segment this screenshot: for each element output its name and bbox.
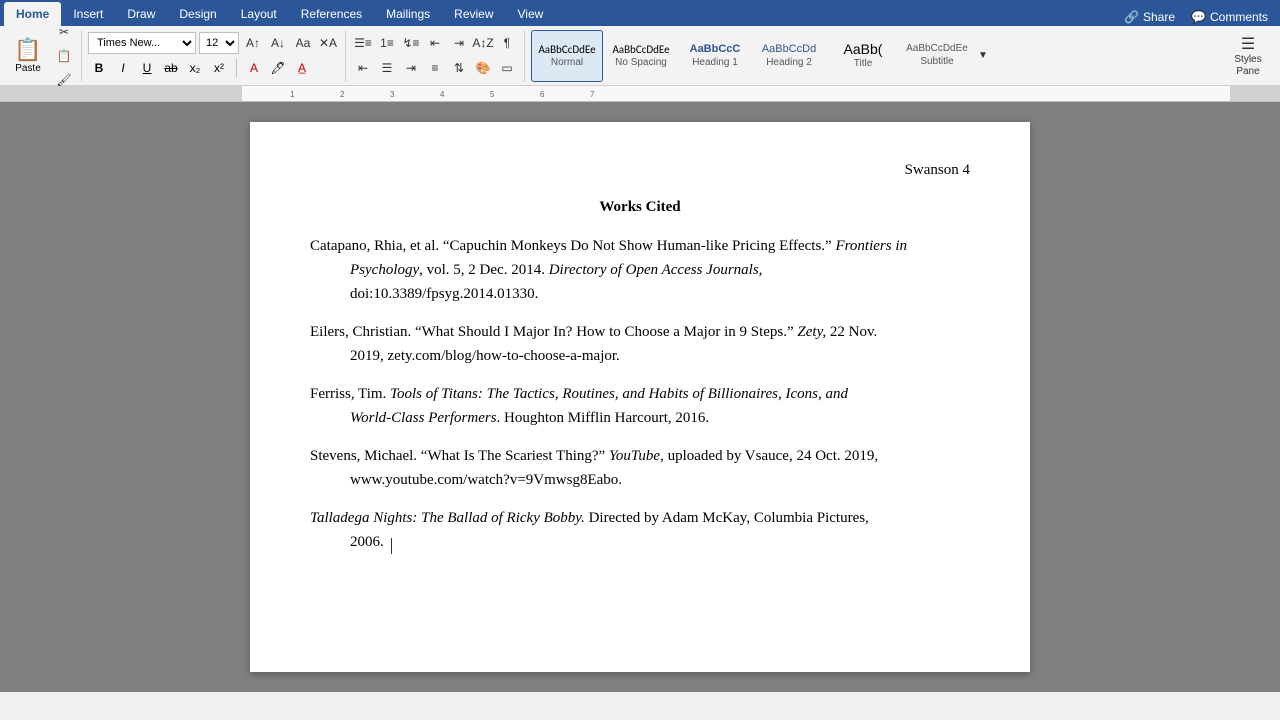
document-area[interactable]: Swanson 4 Works Cited Catapano, Rhia, et… xyxy=(0,102,1280,692)
ruler: 1 2 3 4 5 6 7 xyxy=(0,86,1280,102)
show-marks-button[interactable]: ¶ xyxy=(496,32,518,54)
justify-button[interactable]: ≡ xyxy=(424,57,446,79)
ribbon-tabs: Home Insert Draw Design Layout Reference… xyxy=(0,0,1280,26)
svg-text:4: 4 xyxy=(440,90,445,99)
ruler-right-margin xyxy=(1230,86,1280,102)
decrease-font-button[interactable]: A↓ xyxy=(267,32,289,54)
citation-4: Stevens, Michael. “What Is The Scariest … xyxy=(310,444,970,492)
paragraph-group: ☰≡ 1≡ ↯≡ ⇤ ⇥ A↕Z ¶ ⇤ ☰ ⇥ ≡ ⇅ 🎨 ▭ xyxy=(352,30,525,82)
styles-pane-button[interactable]: ☰ Styles Pane xyxy=(1230,30,1266,82)
ribbon: 📋 Paste ✂ 📋 🖌 Times New... 12 A↑ A↓ Aa xyxy=(0,26,1280,86)
svg-text:7: 7 xyxy=(590,90,595,99)
svg-text:2: 2 xyxy=(340,90,345,99)
tab-layout[interactable]: Layout xyxy=(229,2,289,26)
shading-button[interactable]: 🎨 xyxy=(472,57,494,79)
citation-2: Eilers, Christian. “What Should I Major … xyxy=(310,320,970,368)
styles-group: AaBbCcDdEe Normal AaBbCcDdEe No Spacing … xyxy=(531,30,1226,82)
ruler-content: 1 2 3 4 5 6 7 xyxy=(242,86,1230,102)
increase-font-button[interactable]: A↑ xyxy=(242,32,264,54)
font-size-select[interactable]: 12 xyxy=(199,32,239,54)
style-normal-button[interactable]: AaBbCcDdEe Normal xyxy=(531,30,603,82)
citation-3: Ferriss, Tim. Tools of Titans: The Tacti… xyxy=(310,382,970,430)
tab-review[interactable]: Review xyxy=(442,2,505,26)
style-heading2-button[interactable]: AaBbCcDd Heading 2 xyxy=(753,30,825,82)
line-spacing-button[interactable]: ⇅ xyxy=(448,57,470,79)
comments-icon: 💬 xyxy=(1191,10,1206,24)
style-subtitle-button[interactable]: AaBbCcDdEe Subtitle xyxy=(901,30,973,82)
works-cited-title: Works Cited xyxy=(310,199,970,216)
citation-1: Catapano, Rhia, et al. “Capuchin Monkeys… xyxy=(310,234,970,306)
numbering-button[interactable]: 1≡ xyxy=(376,32,398,54)
tab-view[interactable]: View xyxy=(506,2,556,26)
italic-button[interactable]: I xyxy=(112,57,134,79)
multilevel-list-button[interactable]: ↯≡ xyxy=(400,32,422,54)
underline-button[interactable]: U xyxy=(136,57,158,79)
copy-button[interactable]: 📋 xyxy=(53,45,75,67)
tab-mailings[interactable]: Mailings xyxy=(374,2,442,26)
strikethrough-button[interactable]: ab xyxy=(160,57,182,79)
text-color-button[interactable]: A xyxy=(243,57,265,79)
sort-button[interactable]: A↕Z xyxy=(472,32,494,54)
svg-text:6: 6 xyxy=(540,90,545,99)
align-right-button[interactable]: ⇥ xyxy=(400,57,422,79)
font-family-select[interactable]: Times New... xyxy=(88,32,196,54)
svg-text:1: 1 xyxy=(290,90,295,99)
tab-design[interactable]: Design xyxy=(167,2,228,26)
borders-button[interactable]: ▭ xyxy=(496,57,518,79)
styles-pane-group: ☰ Styles Pane xyxy=(1230,30,1272,82)
cut-button[interactable]: ✂ xyxy=(53,21,75,43)
divider xyxy=(236,59,237,77)
page-header: Swanson 4 xyxy=(310,162,970,179)
comments-button[interactable]: 💬 Comments xyxy=(1183,8,1276,26)
style-no-spacing-button[interactable]: AaBbCcDdEe No Spacing xyxy=(605,30,677,82)
tab-references[interactable]: References xyxy=(289,2,374,26)
decrease-indent-button[interactable]: ⇤ xyxy=(424,32,446,54)
highlight-button[interactable]: 🖊 xyxy=(267,57,289,79)
share-icon: 🔗 xyxy=(1124,10,1139,24)
svg-text:5: 5 xyxy=(490,90,495,99)
increase-indent-button[interactable]: ⇥ xyxy=(448,32,470,54)
align-left-button[interactable]: ⇤ xyxy=(352,57,374,79)
share-button[interactable]: 🔗 Share xyxy=(1116,8,1183,26)
font-group: Times New... 12 A↑ A↓ Aa ✕A B I U ab x₂ … xyxy=(88,30,346,82)
tab-draw[interactable]: Draw xyxy=(115,2,167,26)
clipboard-group: 📋 Paste ✂ 📋 🖌 xyxy=(6,30,82,82)
paste-icon: 📋 xyxy=(14,37,41,63)
citation-5: Talladega Nights: The Ballad of Ricky Bo… xyxy=(310,506,970,554)
document-page: Swanson 4 Works Cited Catapano, Rhia, et… xyxy=(250,122,1030,672)
align-center-button[interactable]: ☰ xyxy=(376,57,398,79)
font-color-button[interactable]: A̲ xyxy=(291,57,313,79)
subscript-button[interactable]: x₂ xyxy=(184,57,206,79)
bullets-button[interactable]: ☰≡ xyxy=(352,32,374,54)
more-styles-button[interactable]: ▼ xyxy=(975,30,991,82)
superscript-button[interactable]: x² xyxy=(208,57,230,79)
styles-pane-icon: ☰ xyxy=(1241,34,1255,54)
bold-button[interactable]: B xyxy=(88,57,110,79)
svg-text:3: 3 xyxy=(390,90,395,99)
style-title-button[interactable]: AaBb( Title xyxy=(827,30,899,82)
ruler-left-margin xyxy=(0,86,242,102)
paste-button[interactable]: 📋 Paste xyxy=(6,32,50,80)
clear-formatting-button[interactable]: ✕A xyxy=(317,32,339,54)
change-case-button[interactable]: Aa xyxy=(292,32,314,54)
style-heading1-button[interactable]: AaBbCcC Heading 1 xyxy=(679,30,751,82)
